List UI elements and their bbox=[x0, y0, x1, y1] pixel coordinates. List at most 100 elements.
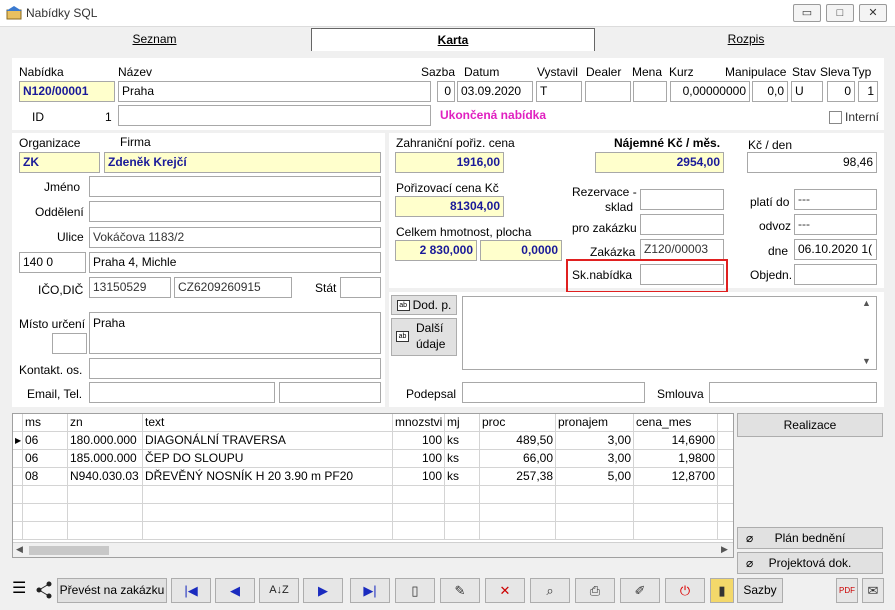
book-icon[interactable]: ▮ bbox=[710, 578, 734, 603]
scroll-right-icon[interactable]: ▶ bbox=[721, 544, 728, 555]
dic-field[interactable]: CZ6209260915 bbox=[174, 277, 292, 298]
header-mj[interactable]: mj bbox=[445, 414, 480, 432]
edit-record-icon[interactable]: ✎ bbox=[440, 578, 480, 603]
new-record-icon[interactable]: ▯ bbox=[395, 578, 435, 603]
header-text[interactable]: text bbox=[143, 414, 393, 432]
smlouva-field[interactable] bbox=[709, 382, 877, 403]
mena-field[interactable] bbox=[633, 81, 667, 102]
plan-bedneni-button[interactable]: ⌀ Plán bednění bbox=[737, 527, 883, 549]
ulice-field[interactable]: Vokáčova 1183/2 bbox=[89, 227, 381, 248]
row-indicator-header bbox=[13, 414, 23, 432]
menu-icon[interactable]: ☰ bbox=[12, 581, 26, 597]
zakazka-field[interactable]: Z120/00003 bbox=[640, 239, 724, 260]
projektova-dok-button[interactable]: ⌀ Projektová dok. bbox=[737, 552, 883, 574]
dealer-field[interactable] bbox=[585, 81, 631, 102]
delete-record-icon[interactable]: ✕ bbox=[485, 578, 525, 603]
header-mnozstvi[interactable]: mnozstvi bbox=[393, 414, 445, 432]
organizace-field[interactable]: ZK bbox=[19, 152, 100, 173]
scrollbar-thumb[interactable] bbox=[29, 546, 109, 555]
header-proc[interactable]: proc bbox=[480, 414, 556, 432]
minimize-button[interactable]: ▭ bbox=[793, 4, 821, 22]
scroll-up-icon[interactable]: ▲ bbox=[862, 298, 871, 308]
tel-field[interactable] bbox=[279, 382, 381, 403]
dne-field[interactable]: 06.10.2020 1( bbox=[794, 239, 877, 260]
next-record-icon[interactable]: ▶ bbox=[303, 578, 343, 603]
plati-do-field[interactable]: --- bbox=[794, 189, 877, 210]
notes-textarea[interactable] bbox=[462, 296, 877, 370]
sk-nabidka-field[interactable] bbox=[640, 264, 724, 285]
table-row-empty bbox=[13, 486, 733, 504]
scroll-down-icon[interactable]: ▼ bbox=[862, 356, 871, 366]
tab-seznam[interactable]: Seznam bbox=[3, 28, 306, 51]
zahr-field[interactable]: 1916,00 bbox=[395, 152, 504, 173]
header-pronajem[interactable]: pronajem bbox=[556, 414, 634, 432]
sazba-field[interactable]: 0 bbox=[437, 81, 455, 102]
jmeno-field[interactable] bbox=[89, 176, 381, 197]
close-button[interactable]: ✕ bbox=[859, 4, 887, 22]
power-icon[interactable]: ⏻ bbox=[665, 578, 705, 603]
dod-p-button[interactable]: ab Dod. p. bbox=[391, 295, 457, 315]
dalsi-udaje-button[interactable]: ab Další údaje bbox=[391, 318, 457, 356]
psc-field[interactable]: 140 0 bbox=[19, 252, 86, 273]
podepsal-field[interactable] bbox=[462, 382, 645, 403]
misto-code-field[interactable] bbox=[52, 333, 87, 354]
nazev-field[interactable]: Praha bbox=[118, 81, 431, 102]
first-record-icon[interactable]: |◀ bbox=[171, 578, 211, 603]
sort-az-icon[interactable]: A↓Z bbox=[259, 578, 299, 603]
najem-field[interactable]: 2954,00 bbox=[595, 152, 724, 173]
table-row[interactable]: ▶ 06 180.000.000 DIAGONÁLNÍ TRAVERSA 100… bbox=[13, 432, 733, 450]
header-zn[interactable]: zn bbox=[68, 414, 143, 432]
interni-checkbox[interactable] bbox=[829, 111, 842, 124]
cell-mnozstvi: 100 bbox=[393, 450, 445, 468]
poriz-field[interactable]: 81304,00 bbox=[395, 196, 504, 217]
odvoz-field[interactable]: --- bbox=[794, 214, 877, 235]
header-ms[interactable]: ms bbox=[23, 414, 68, 432]
firma-label: Firma bbox=[120, 135, 151, 149]
edit-pen-icon[interactable]: ✐ bbox=[620, 578, 660, 603]
stat-field[interactable] bbox=[340, 277, 381, 298]
id-description-field[interactable] bbox=[118, 105, 431, 126]
vystavil-field[interactable]: T bbox=[536, 81, 582, 102]
prevest-na-zakazku-button[interactable]: Převést na zakázku bbox=[57, 578, 167, 603]
last-record-icon[interactable]: ▶| bbox=[350, 578, 390, 603]
prev-record-icon[interactable]: ◀ bbox=[215, 578, 255, 603]
search-icon[interactable]: ⌕ bbox=[530, 578, 570, 603]
typ-field[interactable]: 1 bbox=[858, 81, 878, 102]
email-field[interactable] bbox=[89, 382, 275, 403]
maximize-button[interactable]: □ bbox=[826, 4, 854, 22]
plocha-field[interactable]: 0,0000 bbox=[480, 240, 562, 261]
cell-cena-mes: 14,6900 bbox=[634, 432, 718, 450]
kontakt-field[interactable] bbox=[89, 358, 381, 379]
share-icon[interactable] bbox=[34, 580, 54, 600]
manipulace-field[interactable]: 0,0 bbox=[752, 81, 788, 102]
mesto-field[interactable]: Praha 4, Michle bbox=[89, 252, 381, 273]
misto-field[interactable]: Praha bbox=[89, 312, 381, 354]
pro-zakazku-field[interactable] bbox=[640, 214, 724, 235]
pdf-icon[interactable]: PDF bbox=[836, 578, 858, 603]
tab-rozpis[interactable]: Rozpis bbox=[600, 28, 892, 51]
horizontal-scrollbar[interactable]: ◀ ▶ bbox=[13, 542, 733, 557]
table-row[interactable]: 08 N940.030.03 DŘEVĚNÝ NOSNÍK H 20 3.90 … bbox=[13, 468, 733, 486]
objedn-field[interactable] bbox=[794, 264, 877, 285]
hmotnost-field[interactable]: 2 830,000 bbox=[395, 240, 477, 261]
print-icon[interactable]: ⎙ bbox=[575, 578, 615, 603]
items-grid[interactable]: ms zn text mnozstvi mj proc pronajem cen… bbox=[12, 413, 734, 558]
header-cena-mes[interactable]: cena_mes bbox=[634, 414, 718, 432]
kurz-field[interactable]: 0,00000000 bbox=[670, 81, 750, 102]
sleva-field[interactable]: 0 bbox=[827, 81, 855, 102]
oddeleni-field[interactable] bbox=[89, 201, 381, 222]
ico-field[interactable]: 13150529 bbox=[89, 277, 171, 298]
realizace-button[interactable]: Realizace bbox=[737, 413, 883, 437]
table-row[interactable]: 06 185.000.000 ČEP DO SLOUPU 100 ks 66,0… bbox=[13, 450, 733, 468]
kc-den-field[interactable]: 98,46 bbox=[747, 152, 877, 173]
firma-field[interactable]: Zdeněk Krejčí bbox=[104, 152, 381, 173]
email-pdf-icon[interactable]: ✉ bbox=[862, 578, 884, 603]
tab-karta[interactable]: Karta bbox=[311, 28, 595, 51]
scroll-left-icon[interactable]: ◀ bbox=[16, 544, 23, 555]
nabidka-field[interactable]: N120/00001 bbox=[19, 81, 115, 102]
sklad-field[interactable] bbox=[640, 189, 724, 210]
sazby-button[interactable]: Sazby bbox=[737, 578, 783, 603]
datum-field[interactable]: 03.09.2020 bbox=[457, 81, 533, 102]
cell-mnozstvi: 100 bbox=[393, 468, 445, 486]
stav-field[interactable]: U bbox=[791, 81, 823, 102]
